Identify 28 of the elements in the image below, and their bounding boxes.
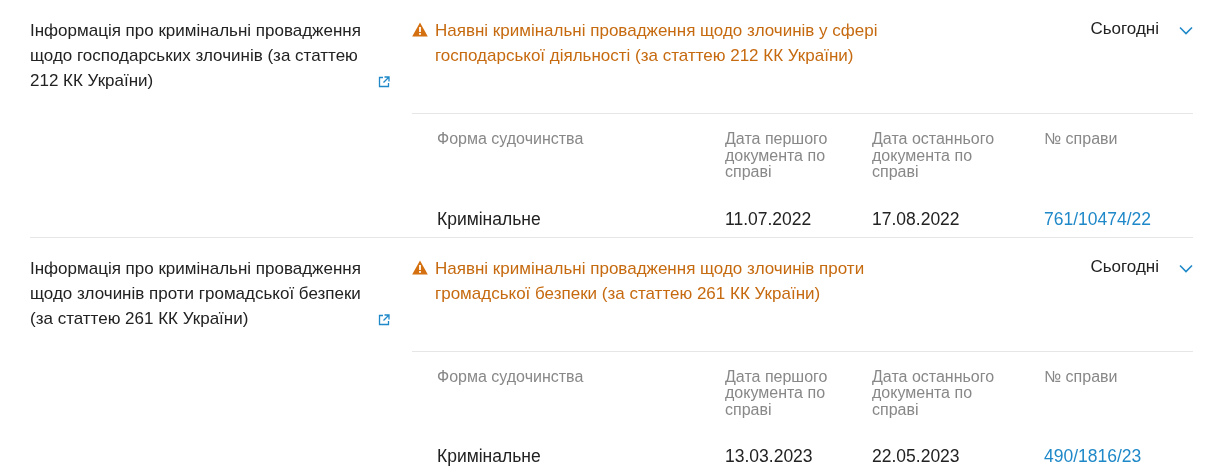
column-header: Форма судочинства [437, 368, 585, 387]
updated-label: Сьогодні [1090, 18, 1159, 40]
table-cell-text: 22.05.2023 [872, 445, 961, 468]
table-cell-text: Кримінальне [437, 207, 542, 231]
column-header: № справи [1044, 368, 1119, 387]
table-cell-text: 17.08.2022 [872, 207, 961, 231]
case-number-link[interactable]: 761/10474/22 [1044, 180, 1193, 231]
status-message: Наявні кримінальні провадження щодо злочинів проти громадської безпеки (за статтею 261 КК України) [435, 257, 866, 305]
external-link-icon[interactable] [378, 313, 390, 326]
table-cell-text: Кримінальне [437, 445, 542, 468]
warning-icon [412, 22, 428, 37]
case-number-link[interactable]: 490/1816/23 [1044, 418, 1193, 468]
section-title: Інформація про кримінальні провадження щодо злочинів проти громадської безпеки (за статтею 261 КК України) [30, 257, 362, 330]
column-header: Дата першого документа по справі [725, 368, 829, 418]
external-link-icon[interactable] [378, 76, 390, 88]
column-header: Дата останнього документа по справі [872, 368, 996, 418]
status-message: Наявні кримінальні провадження щодо злочинів у сфері господарської діяльності (за статтею 212 КК України) [435, 20, 879, 67]
section-title: Інформація про кримінальні провадження щодо господарських злочинів (за статтею 212 КК України) [30, 20, 362, 92]
updated-label: Сьогодні [1090, 255, 1159, 278]
table-cell-text: 11.07.2022 [725, 207, 813, 231]
column-header: Дата першого документа по справі [725, 131, 829, 181]
column-header: Форма судочинства [437, 131, 585, 149]
column-header: № справи [1044, 131, 1119, 149]
table-cell-text: 13.03.2023 [725, 445, 814, 468]
warning-icon [412, 259, 428, 275]
chevron-icon[interactable] [1179, 26, 1193, 35]
chevron-icon[interactable] [1179, 263, 1193, 273]
column-header: Дата останнього документа по справі [872, 131, 996, 181]
